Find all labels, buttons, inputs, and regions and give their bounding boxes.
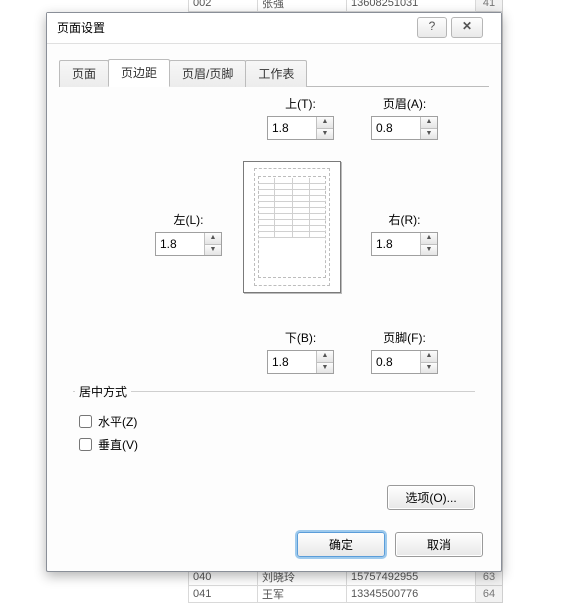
margin-right-group: 右(R): ▲▼ [371, 211, 438, 256]
row-header[interactable]: 41 [476, 0, 503, 12]
margin-left-label: 左(L): [155, 211, 222, 228]
cell[interactable]: 002 [189, 0, 258, 12]
margin-bottom-label: 下(B): [267, 329, 334, 346]
dialog-title: 页面设置 [57, 21, 105, 35]
margin-bottom-group: 下(B): ▲▼ [267, 329, 334, 374]
spinner-buttons[interactable]: ▲▼ [316, 117, 333, 139]
margin-footer-group: 页脚(F): ▲▼ [371, 329, 438, 374]
spin-up-icon[interactable]: ▲ [421, 351, 437, 363]
margin-top-spinner[interactable]: ▲▼ [267, 116, 334, 140]
margin-right-label: 右(R): [371, 211, 438, 228]
margin-footer-spinner[interactable]: ▲▼ [371, 350, 438, 374]
margin-top-group: 上(T): ▲▼ [267, 95, 334, 140]
spinner-buttons[interactable]: ▲▼ [420, 233, 437, 255]
margin-header-group: 页眉(A): ▲▼ [371, 95, 438, 140]
page-preview [243, 161, 341, 293]
margin-header-input[interactable] [372, 117, 420, 139]
margin-left-group: 左(L): ▲▼ [155, 211, 222, 256]
page-setup-dialog: 页面设置 ? ✕ 页面页边距页眉/页脚工作表 上(T): ▲▼ 页眉(A): ▲… [46, 12, 502, 572]
centering-legend: 居中方式 [75, 383, 131, 400]
cell[interactable]: 张强 [258, 0, 347, 12]
spin-down-icon[interactable]: ▼ [317, 363, 333, 374]
close-icon: ✕ [462, 19, 472, 33]
tab-页边距[interactable]: 页边距 [108, 59, 170, 87]
margin-top-input[interactable] [268, 117, 316, 139]
spinner-buttons[interactable]: ▲▼ [420, 117, 437, 139]
dialog-body: 上(T): ▲▼ 页眉(A): ▲▼ 左(L): ▲▼ 右(R): [59, 83, 489, 521]
sheet-row: 002张强1360825103141 [189, 0, 503, 12]
spin-up-icon[interactable]: ▲ [205, 233, 221, 245]
margin-bottom-spinner[interactable]: ▲▼ [267, 350, 334, 374]
spinner-buttons[interactable]: ▲▼ [204, 233, 221, 255]
spin-down-icon[interactable]: ▼ [421, 363, 437, 374]
options-row: 选项(O)... [387, 485, 475, 510]
spin-down-icon[interactable]: ▼ [205, 245, 221, 256]
margin-left-spinner[interactable]: ▲▼ [155, 232, 222, 256]
center-horizontal-row[interactable]: 水平(Z) [75, 412, 473, 431]
spin-down-icon[interactable]: ▼ [421, 129, 437, 140]
center-horizontal-label: 水平(Z) [98, 413, 137, 430]
preview-content [258, 178, 326, 238]
help-button[interactable]: ? [417, 17, 447, 38]
centering-fieldset: 居中方式 水平(Z) 垂直(V) [73, 383, 475, 460]
spin-down-icon[interactable]: ▼ [317, 129, 333, 140]
options-button[interactable]: 选项(O)... [387, 485, 475, 510]
center-vertical-row[interactable]: 垂直(V) [75, 435, 473, 454]
margin-bottom-input[interactable] [268, 351, 316, 373]
ok-button[interactable]: 确定 [297, 532, 385, 557]
margin-left-input[interactable] [156, 233, 204, 255]
spin-up-icon[interactable]: ▲ [421, 233, 437, 245]
spin-up-icon[interactable]: ▲ [317, 351, 333, 363]
spin-up-icon[interactable]: ▲ [421, 117, 437, 129]
margin-header-spinner[interactable]: ▲▼ [371, 116, 438, 140]
cell[interactable]: 13608251031 [347, 0, 476, 12]
spinner-buttons[interactable]: ▲▼ [316, 351, 333, 373]
dialog-footer: 确定 取消 [297, 532, 483, 557]
margin-right-input[interactable] [372, 233, 420, 255]
center-vertical-checkbox[interactable] [79, 438, 92, 451]
dialog-titlebar[interactable]: 页面设置 ? ✕ [47, 13, 501, 44]
close-button[interactable]: ✕ [451, 17, 483, 38]
spin-down-icon[interactable]: ▼ [421, 245, 437, 256]
center-vertical-label: 垂直(V) [98, 436, 138, 453]
help-icon: ? [429, 19, 436, 33]
spinner-buttons[interactable]: ▲▼ [420, 351, 437, 373]
margin-right-spinner[interactable]: ▲▼ [371, 232, 438, 256]
margin-footer-label: 页脚(F): [371, 329, 438, 346]
center-horizontal-checkbox[interactable] [79, 415, 92, 428]
cancel-button[interactable]: 取消 [395, 532, 483, 557]
margin-footer-input[interactable] [372, 351, 420, 373]
margin-top-label: 上(T): [267, 95, 334, 112]
margin-header-label: 页眉(A): [371, 95, 438, 112]
spin-up-icon[interactable]: ▲ [317, 117, 333, 129]
